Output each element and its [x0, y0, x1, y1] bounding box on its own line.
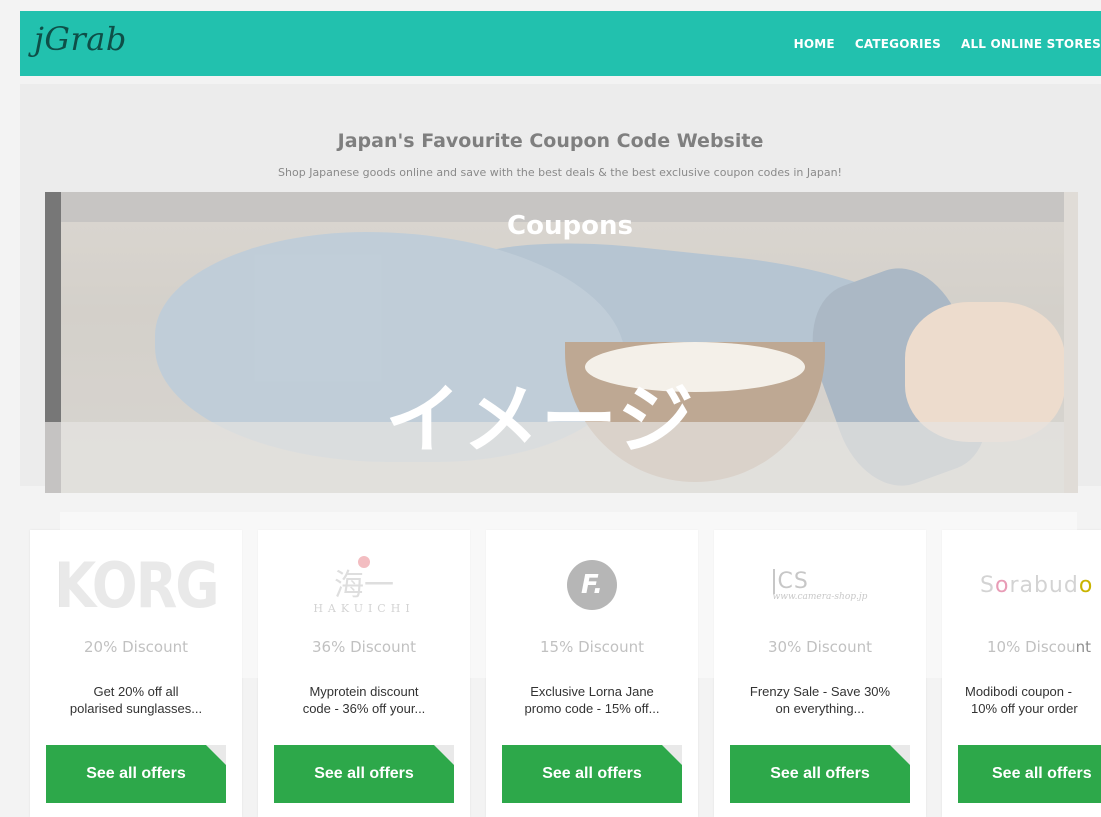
coupon-description[interactable]: Modibodi coupon - 10% off your order: [965, 683, 1101, 717]
discount-label: 30% Discount: [768, 638, 872, 656]
see-all-offers-button[interactable]: See all offers: [958, 745, 1101, 803]
nav-all-online-stores[interactable]: ALL ONLINE STORES: [961, 37, 1101, 51]
banner-title: Coupons: [507, 211, 633, 241]
brand-logo-sorabudo: Sorabudo: [980, 572, 1094, 598]
coupon-card[interactable]: F. 15% Discount Exclusive Lorna Jane pro…: [486, 530, 698, 817]
coupon-description[interactable]: Myprotein discount code - 36% off your..…: [268, 683, 460, 717]
nav-categories[interactable]: CATEGORIES: [855, 37, 941, 51]
coupon-card[interactable]: KORG 20% Discount Get 20% off all polari…: [30, 530, 242, 817]
image-placeholder-mark: イメージ: [385, 375, 696, 464]
nav-home[interactable]: HOME: [794, 37, 835, 51]
discount-label: 10% Discount: [987, 638, 1091, 656]
site-logo[interactable]: jGrab: [34, 20, 127, 58]
hero-subtitle: Shop Japanese goods online and save with…: [278, 166, 842, 179]
see-all-offers-button[interactable]: See all offers: [46, 745, 226, 803]
site-header: jGrab HOME CATEGORIES ALL ONLINE STORES: [20, 11, 1101, 76]
brand-logo-f: F.: [486, 550, 698, 620]
coupon-description[interactable]: Exclusive Lorna Jane promo code - 15% of…: [496, 683, 688, 717]
discount-label: 36% Discount: [312, 638, 416, 656]
coupon-description[interactable]: Frenzy Sale - Save 30% on everything...: [724, 683, 916, 717]
main-nav: HOME CATEGORIES ALL ONLINE STORES: [794, 11, 1101, 76]
discount-label: 15% Discount: [540, 638, 644, 656]
hero-title: Japan's Favourite Coupon Code Website: [337, 130, 764, 152]
discount-label: 20% Discount: [84, 638, 188, 656]
see-all-offers-button[interactable]: See all offers: [502, 745, 682, 803]
see-all-offers-button[interactable]: See all offers: [730, 745, 910, 803]
coupon-card[interactable]: 海一 HAKUICHI 36% Discount Myprotein disco…: [258, 530, 470, 817]
coupon-description[interactable]: Get 20% off all polarised sunglasses...: [40, 683, 232, 717]
coupon-card[interactable]: Sorabudo 10% Discount Modibodi coupon - …: [942, 530, 1101, 817]
brand-logo-korg: KORG: [54, 548, 219, 622]
coupon-card[interactable]: CS www.camera-shop.jp 30% Discount Frenz…: [714, 530, 926, 817]
brand-logo-hakuichi: 海一 HAKUICHI: [258, 550, 470, 620]
see-all-offers-button[interactable]: See all offers: [274, 745, 454, 803]
brand-logo-camera-shop: CS www.camera-shop.jp: [772, 568, 868, 602]
